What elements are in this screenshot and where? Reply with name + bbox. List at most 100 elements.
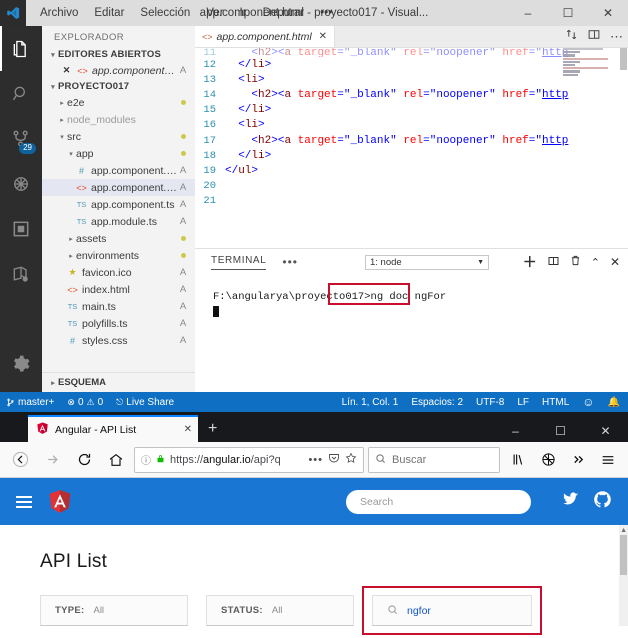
- forward-button[interactable]: [38, 446, 66, 474]
- section-open-editors[interactable]: ▾ EDITORES ABIERTOS: [42, 47, 195, 62]
- menu-ver[interactable]: Ver: [198, 5, 231, 21]
- firefox-navbar: ⓘ https://angular.io/api?q ••• Buscar: [0, 442, 628, 478]
- file-tree-item[interactable]: ▸ environments: [42, 247, 195, 264]
- status-indentation[interactable]: Espacios: 2: [411, 397, 463, 408]
- file-tree-item[interactable]: # app.component.css A: [42, 162, 195, 179]
- close-button[interactable]: ✕: [588, 0, 628, 26]
- status-problems[interactable]: ⊗ 0 ⚠ 0: [67, 397, 103, 408]
- library-icon[interactable]: [504, 446, 532, 474]
- filter-status[interactable]: STATUS: All: [206, 595, 354, 626]
- error-icon: ⊗: [67, 396, 75, 407]
- angular-logo-icon[interactable]: [46, 487, 74, 517]
- file-tree-item[interactable]: ▾ app: [42, 145, 195, 162]
- filter-type[interactable]: TYPE: All: [40, 595, 188, 626]
- section-outline[interactable]: ▸ ESQUEMA: [42, 372, 195, 392]
- panel-more-icon[interactable]: •••: [282, 255, 298, 269]
- chevron-down-icon: ▼: [477, 259, 484, 266]
- status-encoding[interactable]: UTF-8: [476, 397, 504, 408]
- panel-header: TERMINAL ••• 1: node ▼ ＋ ⌃ ✕: [195, 249, 628, 275]
- overflow-icon[interactable]: [564, 446, 592, 474]
- file-tree-item[interactable]: TS main.ts A: [42, 298, 195, 315]
- file-tree-item[interactable]: ▸ node_modules: [42, 111, 195, 128]
- file-tree-item[interactable]: ▸ assets: [42, 230, 195, 247]
- close-button[interactable]: ✕: [583, 424, 628, 438]
- menu-archivo[interactable]: Archivo: [32, 5, 86, 21]
- section-project[interactable]: ▾ PROYECTO017: [42, 79, 195, 94]
- extensions-icon[interactable]: [0, 206, 42, 251]
- vscode-menubar[interactable]: Archivo Editar Selección Ver Ir Depurar …: [32, 5, 340, 21]
- menu-seleccion[interactable]: Selección: [132, 5, 198, 21]
- page-info-icon[interactable]: ⓘ: [141, 452, 151, 467]
- notifications-bell-icon[interactable]: 🔔: [608, 397, 620, 408]
- split-horizontal-icon[interactable]: [565, 28, 578, 46]
- minimize-button[interactable]: –: [508, 0, 548, 26]
- search-icon[interactable]: [0, 71, 42, 116]
- scroll-up-arrow-icon[interactable]: ▲: [620, 527, 627, 534]
- url-bar[interactable]: ⓘ https://angular.io/api?q •••: [134, 446, 364, 473]
- browser-tab-angular-api-list[interactable]: Angular - API List ✕: [28, 415, 198, 442]
- file-tree-item[interactable]: <> app.component.html A: [42, 179, 195, 196]
- settings-gear-icon[interactable]: [0, 341, 42, 386]
- editor-scrollbar[interactable]: [620, 48, 627, 70]
- status-live-share[interactable]: ⎋ Live Share: [116, 397, 174, 408]
- file-tree-item[interactable]: ▾ src: [42, 128, 195, 145]
- status-eol[interactable]: LF: [517, 397, 529, 408]
- close-icon[interactable]: ✕: [184, 424, 192, 435]
- close-icon[interactable]: ✕: [319, 31, 327, 42]
- bookmark-star-icon[interactable]: [345, 452, 357, 467]
- kill-terminal-icon[interactable]: [570, 254, 581, 270]
- tab-terminal[interactable]: TERMINAL: [211, 255, 267, 270]
- split-terminal-icon[interactable]: [547, 255, 560, 270]
- file-tree-item[interactable]: ★ favicon.ico A: [42, 264, 195, 281]
- status-language-mode[interactable]: HTML: [542, 397, 569, 408]
- hamburger-icon[interactable]: [16, 495, 32, 508]
- menu-editar[interactable]: Editar: [86, 5, 132, 21]
- pocket-icon[interactable]: [328, 452, 340, 467]
- account-icon[interactable]: [534, 446, 562, 474]
- home-button[interactable]: [102, 446, 130, 474]
- twitter-icon[interactable]: [561, 491, 580, 513]
- source-control-icon[interactable]: 29: [0, 116, 42, 161]
- new-tab-button[interactable]: +: [208, 420, 217, 438]
- status-branch[interactable]: master+: [6, 397, 54, 408]
- github-icon[interactable]: [593, 490, 612, 514]
- file-tree-item[interactable]: TS app.module.ts A: [42, 213, 195, 230]
- file-tree-item[interactable]: <> index.html A: [42, 281, 195, 298]
- file-tree-item[interactable]: TS polyfills.ts A: [42, 315, 195, 332]
- menu-more[interactable]: •••: [312, 5, 340, 21]
- status-cursor-position[interactable]: Lín. 1, Col. 1: [342, 397, 399, 408]
- page-actions-icon[interactable]: •••: [308, 454, 323, 466]
- editor-tab-app-component-html[interactable]: <> app.component.html ✕: [195, 26, 336, 47]
- maximize-button[interactable]: ☐: [548, 0, 588, 26]
- menu-depurar[interactable]: Depurar: [255, 5, 313, 21]
- back-button[interactable]: [6, 446, 34, 474]
- maximize-button[interactable]: ☐: [538, 424, 583, 438]
- menu-ir[interactable]: Ir: [232, 5, 255, 21]
- more-actions-icon[interactable]: ⋯: [610, 29, 624, 45]
- reload-button[interactable]: [70, 446, 98, 474]
- file-tree-item[interactable]: # styles.css A: [42, 332, 195, 349]
- split-editor-icon[interactable]: [587, 28, 601, 46]
- explorer-icon[interactable]: [0, 26, 42, 71]
- page-scrollbar[interactable]: ▲: [619, 525, 628, 626]
- minimize-button[interactable]: –: [493, 424, 538, 438]
- editor-minimap[interactable]: [563, 48, 619, 108]
- ts-icon: TS: [76, 200, 87, 209]
- menu-icon[interactable]: [594, 446, 622, 474]
- close-panel-icon[interactable]: ✕: [610, 255, 620, 269]
- file-tree-item[interactable]: ▸ e2e: [42, 94, 195, 111]
- open-editor-item[interactable]: ✕ <> app.component.ht... A: [42, 62, 195, 79]
- scrollbar-thumb[interactable]: [620, 535, 627, 575]
- close-icon[interactable]: ✕: [60, 65, 73, 76]
- terminal-body[interactable]: F:\angularya\proyecto017>ng doc ngFor: [195, 275, 628, 321]
- live-share-icon[interactable]: [0, 251, 42, 296]
- maximize-panel-icon[interactable]: ⌃: [591, 256, 600, 269]
- site-search-input[interactable]: Search: [346, 489, 531, 514]
- browser-search-bar[interactable]: Buscar: [368, 446, 500, 473]
- new-terminal-icon[interactable]: ＋: [523, 252, 537, 272]
- feedback-smiley-icon[interactable]: ☺: [582, 395, 594, 409]
- terminal-select[interactable]: 1: node ▼: [365, 255, 489, 270]
- file-tree-item[interactable]: TS app.component.ts A: [42, 196, 195, 213]
- debug-icon[interactable]: [0, 161, 42, 206]
- api-search-input[interactable]: ngfor: [372, 595, 532, 626]
